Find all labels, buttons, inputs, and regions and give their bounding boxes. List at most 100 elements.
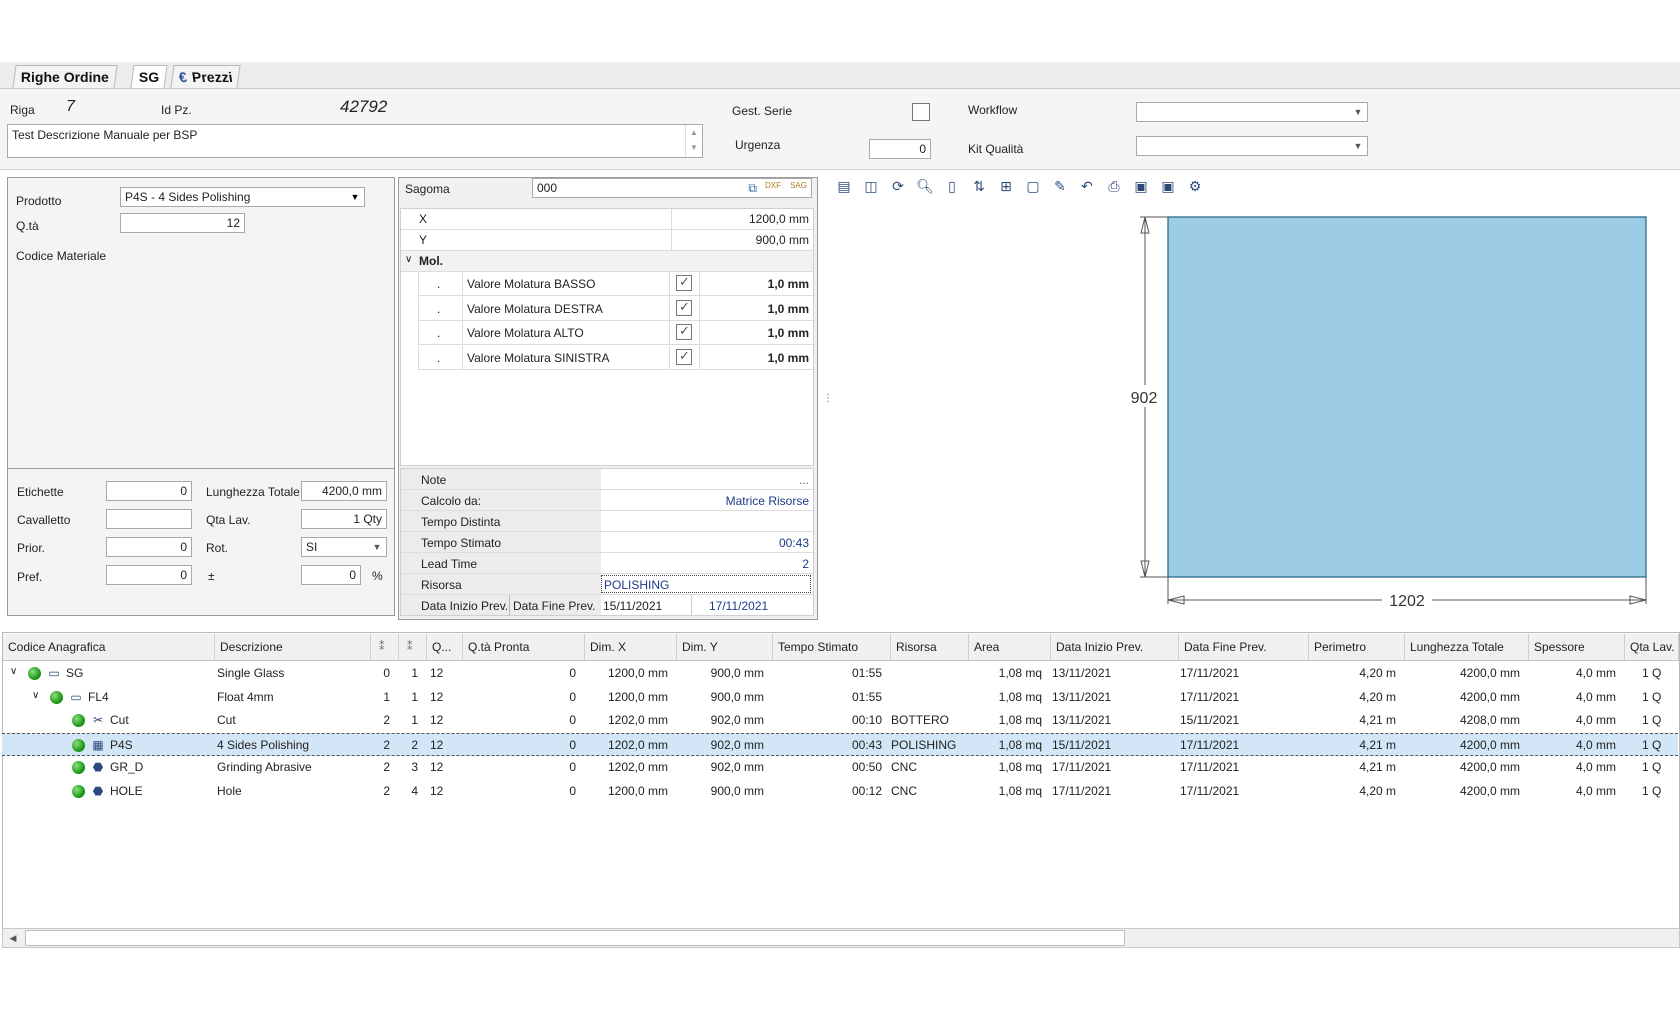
info-row-tempo-distinta[interactable]: Tempo Distinta — [401, 511, 813, 532]
grid-icon[interactable]: ⊞ — [996, 176, 1016, 196]
table-row[interactable]: ▦ P4S 4 Sides Polishing 2 2 12 0 1202,0 mm 902,0… — [2, 732, 1678, 756]
import-dxf-icon[interactable]: DXF — [765, 179, 781, 195]
prop-row-x[interactable]: X 1200,0 mm — [401, 209, 813, 230]
sort-icon[interactable]: ⁑ — [379, 640, 385, 653]
prop-row-y[interactable]: Y 900,0 mm — [401, 230, 813, 251]
tab-sg[interactable]: SG — [130, 65, 168, 88]
tab-righe-ordine[interactable]: Righe Ordine — [12, 65, 118, 88]
table-row[interactable]: ∨ ▭ SG Single Glass 0 1 12 0 1200,0 mm 900,0 mm 01… — [2, 662, 1678, 685]
mol-row-checkbox[interactable] — [676, 274, 692, 291]
undo-icon[interactable]: ↶ — [1077, 176, 1097, 196]
sort-icon[interactable]: ⁑ — [407, 640, 413, 653]
lead-time-value: 2 — [802, 557, 809, 571]
mol-row-checkbox[interactable] — [676, 299, 692, 316]
table-row[interactable]: ✂ Cut Cut 2 1 12 0 1202,0 mm 902,0 mm 00:10 BOTTER… — [2, 709, 1678, 732]
save-sag-icon[interactable]: ▣ — [1131, 176, 1151, 196]
print-icon[interactable]: ⎙ — [1104, 176, 1124, 196]
column-header[interactable]: Qta Lav. — [1625, 634, 1679, 660]
chevron-down-icon[interactable]: ∨ — [32, 690, 39, 701]
settings-icon[interactable]: ⚙ — [1185, 176, 1205, 196]
info-row-tempo-stimato[interactable]: Tempo Stimato 00:43 — [401, 532, 813, 553]
pref-input[interactable]: 0 — [106, 565, 192, 585]
mol-row-marker: . — [437, 301, 441, 316]
description-textarea[interactable]: Test Descrizione Manuale per BSP ▲ ▼ — [7, 124, 703, 158]
cell-area: 1,08 mq — [998, 737, 1042, 752]
column-header-sort[interactable] — [399, 634, 427, 660]
column-header[interactable]: Data Fine Prev. — [1179, 634, 1309, 660]
divider — [699, 272, 700, 295]
column-header-sort[interactable] — [371, 634, 399, 660]
mol-row[interactable]: . Valore Molatura DESTRA 1,0 mm — [418, 296, 813, 321]
column-header[interactable]: Tempo Stimato — [773, 634, 891, 660]
rotate-icon[interactable]: ⟳ — [888, 176, 908, 196]
column-header[interactable]: Q.tà Pronta — [463, 634, 585, 660]
column-header[interactable]: Dim. Y — [677, 634, 773, 660]
info-row-risorsa[interactable]: Risorsa POLISHING — [401, 574, 813, 595]
column-header[interactable]: Dim. X — [585, 634, 677, 660]
info-row-note[interactable]: Note... — [401, 469, 813, 490]
column-header[interactable]: Spessore — [1529, 634, 1625, 660]
fit-view-icon[interactable]: ▤ — [834, 176, 854, 196]
measure-icon[interactable]: ▯ — [942, 176, 962, 196]
textarea-scrollbar[interactable]: ▲ ▼ — [685, 125, 702, 157]
mol-row-checkbox[interactable] — [676, 323, 692, 340]
zoom-icon[interactable]: 🔍︎ — [915, 176, 935, 196]
prior-input[interactable]: 0 — [106, 537, 192, 557]
mol-group-header[interactable]: ∨ Mol. — [401, 251, 813, 272]
gest-serie-checkbox[interactable] — [912, 103, 930, 121]
column-header[interactable]: Codice Anagrafica — [3, 634, 215, 660]
tab-label: Righe Ordine — [20, 69, 109, 85]
info-row-lead-time[interactable]: Lead Time 2 — [401, 553, 813, 574]
tab-label: Prezzi — [190, 69, 234, 85]
scroll-left-icon[interactable]: ◀ — [5, 930, 21, 946]
column-header[interactable]: Q... — [427, 634, 463, 660]
qta-lav-input[interactable]: 1 Qty — [301, 509, 387, 529]
qta-input[interactable]: 12 — [120, 213, 245, 233]
panel-splitter[interactable]: ⋮ — [823, 393, 833, 404]
kit-qualita-select[interactable]: ▼ — [1136, 136, 1368, 156]
urgenza-input[interactable]: 0 — [869, 139, 931, 159]
column-header[interactable]: Risorsa — [891, 634, 969, 660]
cell-fine: 17/11/2021 — [1180, 689, 1240, 704]
scrollbar-thumb[interactable] — [25, 930, 1125, 946]
import-sag-icon[interactable]: SAG — [790, 179, 807, 195]
rot-select[interactable]: SI ▼ — [301, 537, 387, 557]
etichette-input[interactable]: 0 — [106, 481, 192, 501]
risorsa-value[interactable]: POLISHING — [601, 575, 811, 593]
cell-dy: 902,0 mm — [710, 737, 764, 752]
column-header[interactable]: Descrizione — [215, 634, 371, 660]
column-header[interactable]: Area — [969, 634, 1051, 660]
table-row[interactable]: ⬣ GR_D Grinding Abrasive 2 3 12 0 1202,0 mm 902,… — [2, 756, 1678, 779]
edit-icon[interactable]: ✎ — [1050, 176, 1070, 196]
mol-row[interactable]: . Valore Molatura SINISTRA 1,0 mm — [418, 345, 813, 370]
horizontal-scrollbar[interactable]: ◀ — [2, 928, 1680, 948]
column-header[interactable]: Perimetro — [1309, 634, 1405, 660]
chevron-down-icon[interactable]: ∨ — [10, 666, 17, 677]
table-row[interactable]: ⬣ HOLE Hole 2 4 12 0 1200,0 mm 900,0 mm 00:12 CNC 1… — [2, 780, 1678, 803]
open-shape-icon[interactable]: ⧉ — [748, 179, 757, 197]
save-dxf-icon[interactable]: ▣ — [1158, 176, 1178, 196]
workflow-select[interactable]: ▼ — [1136, 102, 1368, 122]
column-header[interactable]: Lunghezza Totale — [1405, 634, 1529, 660]
cell-inizio: 17/11/2021 — [1052, 783, 1112, 798]
lunghezza-input[interactable]: 4200,0 mm — [301, 481, 387, 501]
column-header[interactable]: Data Inizio Prev. — [1051, 634, 1179, 660]
mol-row[interactable]: . Valore Molatura ALTO 1,0 mm — [418, 321, 813, 345]
cell-b: 1 — [411, 713, 418, 727]
tab-prezzi[interactable]: € Prezzi — [170, 65, 241, 88]
divider — [669, 321, 670, 344]
cavalletto-input[interactable] — [106, 509, 192, 529]
info-row-dates[interactable]: Data Inizio Prev. Data Fine Prev. 15/11/20… — [401, 595, 813, 616]
chevron-down-icon[interactable]: ∨ — [405, 254, 412, 265]
tolerance-input[interactable]: 0 — [301, 565, 361, 585]
mirror-icon[interactable]: ◫ — [861, 176, 881, 196]
prodotto-select[interactable]: P4S - 4 Sides Polishing ▼ — [120, 187, 365, 207]
table-row[interactable]: ∨ ▭ FL4 Float 4mm 1 1 12 0 1200,0 mm 900,0 mm 01:5… — [2, 686, 1678, 709]
sagoma-input[interactable]: 000 ⧉ DXF SAG — [532, 178, 812, 198]
mol-row[interactable]: . Valore Molatura BASSO 1,0 mm — [418, 272, 813, 296]
frame-icon[interactable]: ▢ — [1023, 176, 1043, 196]
mol-row-checkbox[interactable] — [676, 348, 692, 365]
info-row-calcolo[interactable]: Calcolo da: Matrice Risorse — [401, 490, 813, 511]
tempo-stimato-value: 00:43 — [778, 536, 809, 550]
flip-icon[interactable]: ⇅ — [969, 176, 989, 196]
